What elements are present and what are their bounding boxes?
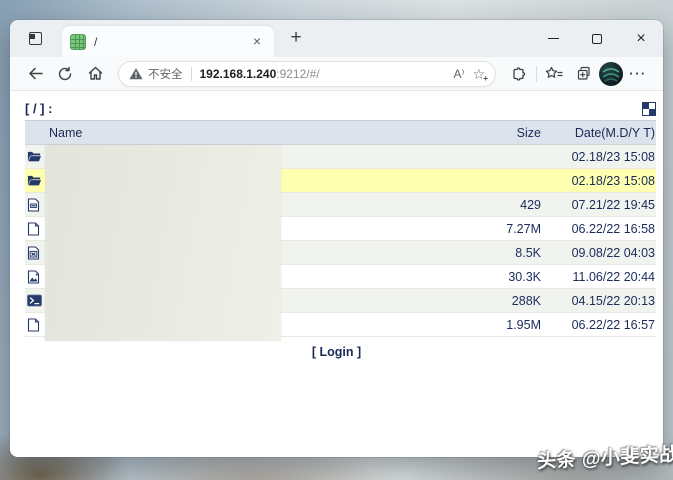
active-tab[interactable]: / × [62, 26, 274, 57]
file-date: 09.08/22 04:03 [571, 245, 655, 260]
file-date: 06.22/22 16:58 [571, 221, 655, 236]
file-icon [25, 221, 47, 236]
settings-more-button[interactable]: ··· [623, 60, 653, 88]
favorites-star-icon [545, 66, 563, 78]
warning-icon [129, 68, 143, 80]
new-tab-button[interactable]: + [284, 27, 308, 51]
minimize-button[interactable] [531, 20, 575, 57]
close-window-button[interactable]: × [619, 20, 663, 57]
back-button[interactable] [20, 60, 50, 88]
tab-actions-icon [28, 32, 42, 45]
minimize-icon [547, 38, 559, 39]
path-row: [ / ] : [25, 101, 656, 116]
avatar-pattern-icon [602, 67, 620, 82]
file-size: 7.27M [506, 221, 541, 236]
file-size: 1.95M [506, 317, 541, 332]
tab-title: / [94, 34, 98, 49]
login-link[interactable]: [ Login ] [312, 345, 361, 359]
file-size: 288K [511, 293, 541, 308]
url-host: 192.168.1.240 [199, 66, 277, 81]
browser-window: / × + × 不安全 192.168.1.240:9212/#/ A⁾ ☆+ [10, 20, 663, 457]
file-size: 30.3K [508, 269, 541, 284]
address-bar[interactable]: 不安全 192.168.1.240:9212/#/ A⁾ ☆ + [118, 60, 496, 87]
view-toggle-icon[interactable] [642, 101, 656, 116]
file-date: 11.06/22 20:44 [572, 269, 655, 284]
security-warning-label: 不安全 [148, 68, 183, 81]
browser-toolbar: 不安全 192.168.1.240:9212/#/ A⁾ ☆ + ··· [10, 57, 663, 91]
maximize-button[interactable] [575, 20, 619, 57]
close-icon: × [636, 29, 646, 47]
plus-badge-icon: + [482, 73, 489, 83]
address-divider [190, 66, 192, 81]
read-aloud-button[interactable]: A⁾ [453, 67, 464, 81]
breadcrumb: [ / ] : [25, 101, 53, 116]
tab-actions-menu-button[interactable] [22, 26, 48, 52]
folder-open-icon [25, 150, 47, 163]
file-size: 429 [520, 197, 541, 212]
file-date: 07.21/22 19:45 [571, 197, 655, 212]
terminal-file-icon [25, 294, 47, 307]
file-date: 02.18/23 15:08 [571, 173, 655, 188]
home-button[interactable] [80, 60, 110, 88]
toolbar-divider [536, 65, 537, 82]
collections-icon [577, 66, 590, 80]
extensions-puzzle-icon [513, 66, 526, 81]
collections-button[interactable] [569, 60, 599, 88]
url-suffix: :9212/#/ [276, 66, 320, 81]
file-size: 8.5K [515, 245, 541, 260]
refresh-icon [58, 66, 72, 80]
header-size[interactable]: Size [461, 126, 541, 140]
extensions-button[interactable] [504, 60, 534, 88]
header-name[interactable]: Name [47, 126, 461, 140]
login-row: [ Login ] [10, 345, 663, 359]
file-table-wrap: Name Size Date(M.D/Y T) 02.18/23 15:08 0… [10, 120, 663, 341]
text-file-icon [25, 197, 47, 212]
maximize-icon [592, 33, 602, 44]
add-favorite-button[interactable]: ☆ + [472, 67, 489, 83]
file-server-page: [ / ] : Name Size Date(M.D/Y T) 02.18/23… [10, 91, 663, 457]
executable-file-icon [25, 245, 47, 260]
site-security-chip[interactable]: 不安全 [129, 66, 183, 82]
folder-open-icon [25, 174, 47, 187]
image-file-icon [25, 269, 47, 284]
more-dots-icon: ··· [629, 66, 647, 81]
file-date: 04.15/22 20:13 [571, 293, 655, 308]
file-icon [25, 317, 47, 332]
redacted-names-block [45, 145, 281, 341]
refresh-button[interactable] [50, 60, 80, 88]
tab-close-button[interactable]: × [248, 33, 266, 51]
file-date: 02.18/23 15:08 [571, 149, 655, 164]
table-header-row: Name Size Date(M.D/Y T) [25, 121, 656, 145]
file-date: 06.22/22 16:57 [571, 317, 655, 332]
profile-avatar[interactable] [599, 61, 623, 86]
header-date[interactable]: Date(M.D/Y T) [541, 126, 656, 140]
favorites-button[interactable] [539, 60, 569, 88]
url-text: 192.168.1.240:9212/#/ [200, 67, 446, 81]
site-favicon-icon [70, 33, 86, 50]
back-arrow-icon [28, 67, 43, 80]
home-icon [88, 66, 102, 80]
tab-strip: / × + × [10, 20, 663, 57]
